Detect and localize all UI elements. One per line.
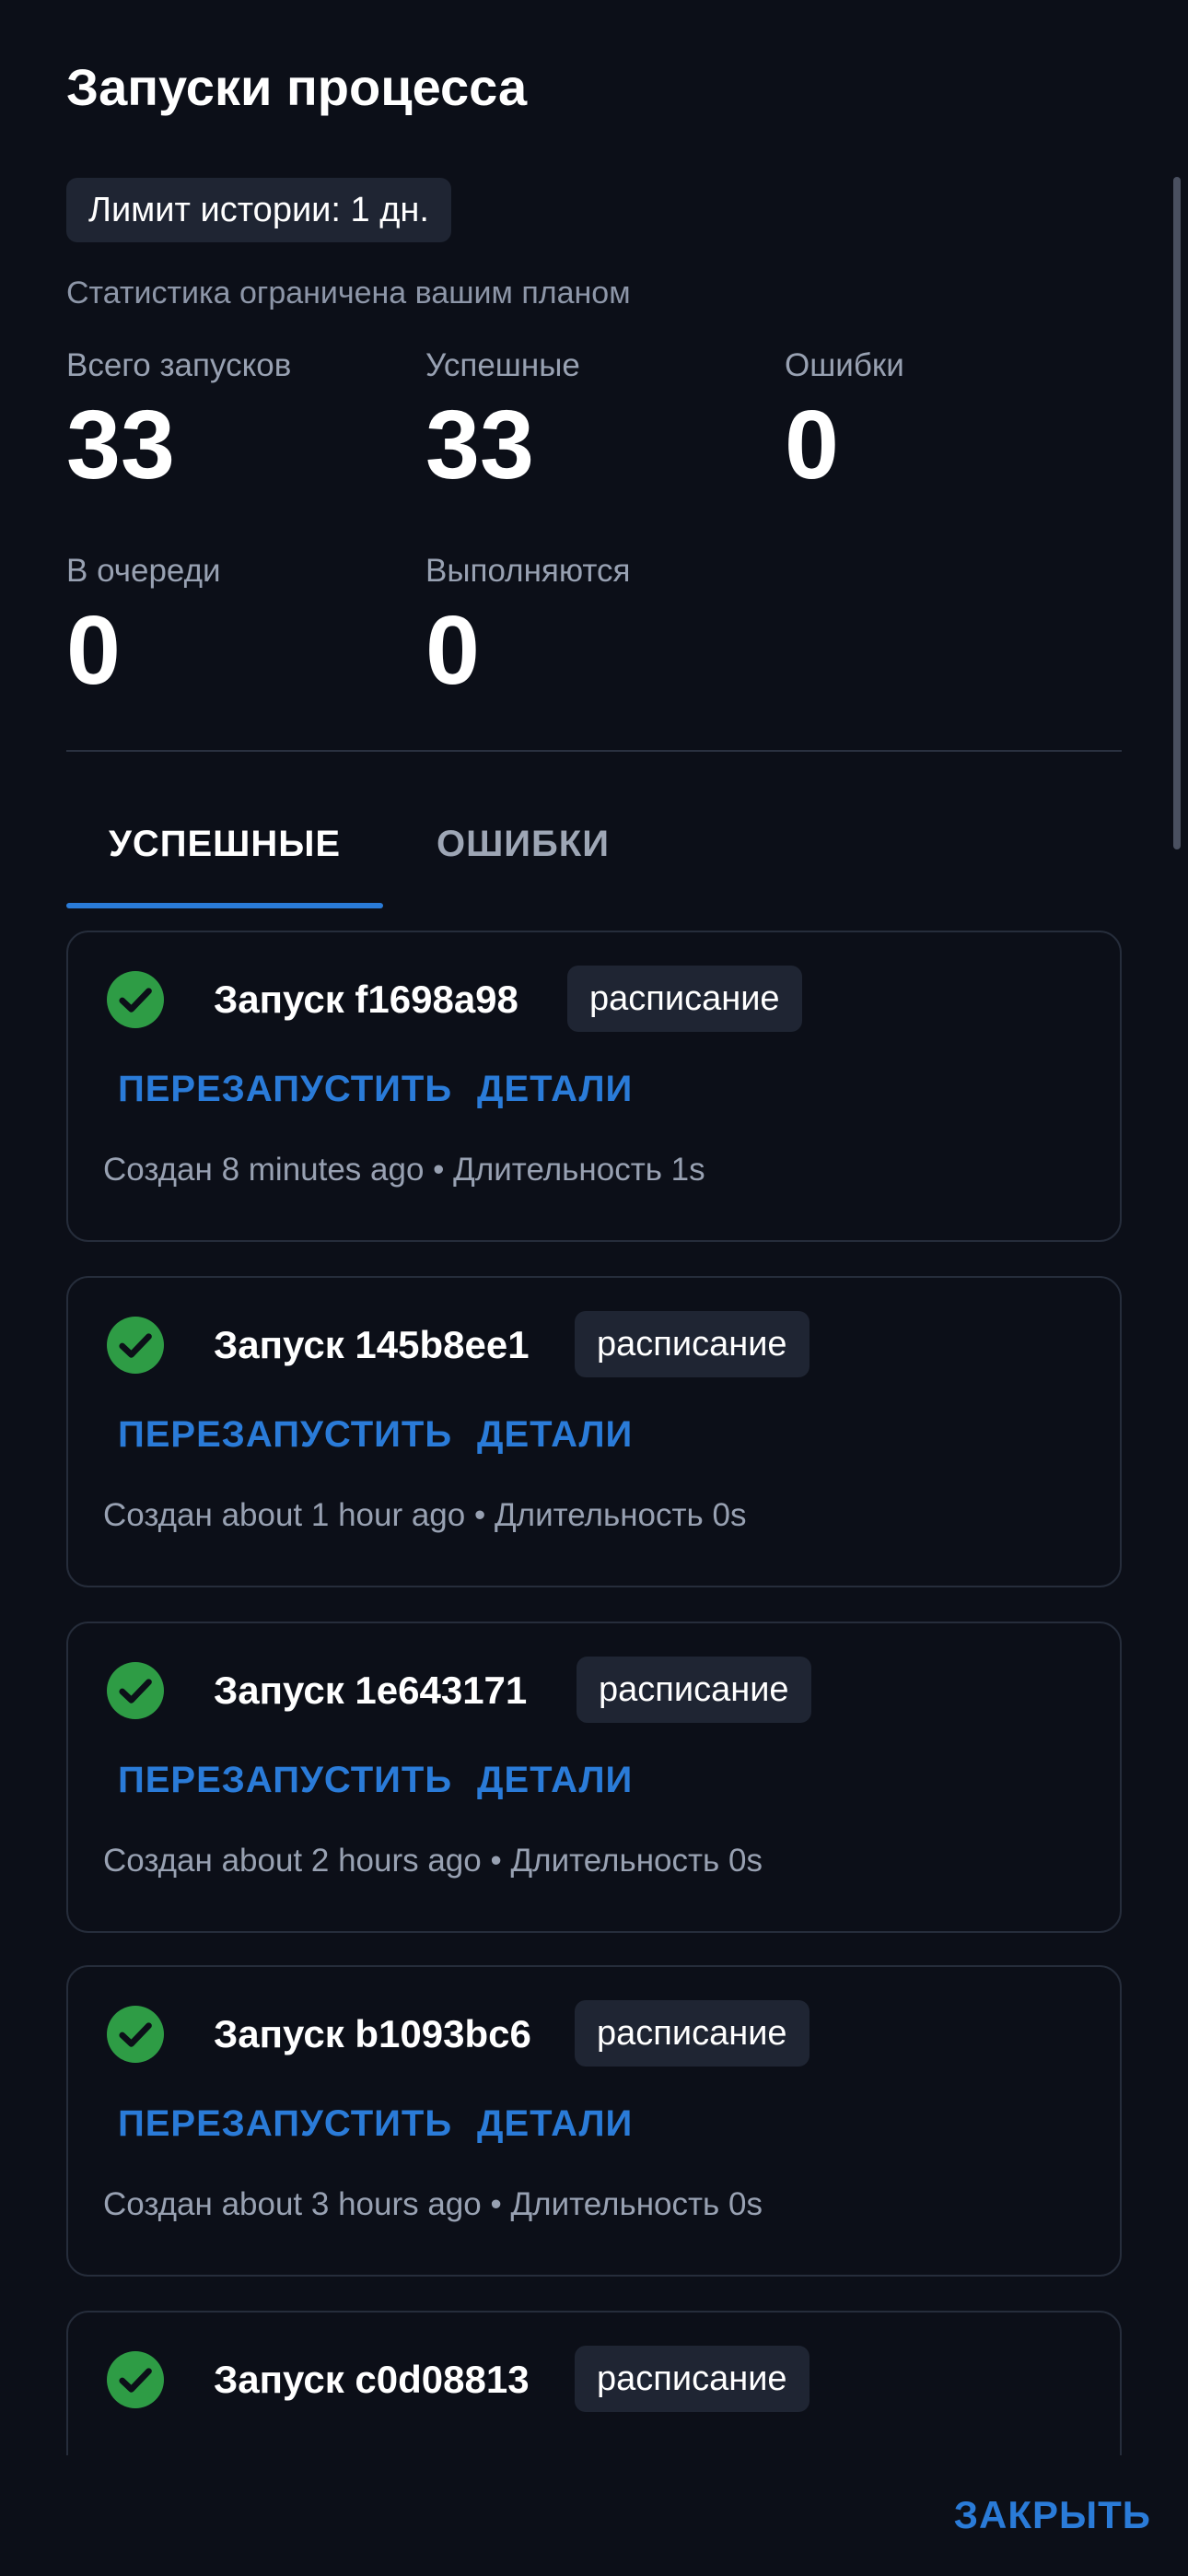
stat-running-label: Выполняются [425, 553, 631, 589]
stat-running-value: 0 [425, 596, 480, 705]
run-meta: Создан about 3 hours ago • Длительность … [103, 2186, 763, 2222]
stat-errors-label: Ошибки [785, 347, 904, 383]
history-limit-chip: Лимит истории: 1 дн. [66, 178, 451, 242]
restart-button[interactable]: ПЕРЕЗАПУСТИТЬ [118, 1407, 452, 1462]
restart-button[interactable]: ПЕРЕЗАПУСТИТЬ [118, 2441, 452, 2455]
run-card: Запуск 1e643171 расписание ПЕРЕЗАПУСТИТЬ… [66, 1622, 1122, 1933]
close-button[interactable]: ЗАКРЫТЬ [954, 2488, 1151, 2543]
details-button[interactable]: ДЕТАЛИ [477, 1061, 633, 1117]
tab-errors[interactable]: ОШИБКИ [422, 802, 624, 908]
tab-success[interactable]: УСПЕШНЫЕ [66, 802, 383, 908]
scrollbar[interactable] [1173, 177, 1181, 849]
run-meta: Создан 8 minutes ago • Длительность 1s [103, 1152, 705, 1188]
run-source-chip: расписание [575, 1311, 809, 1377]
run-source-chip: расписание [577, 1657, 811, 1723]
run-source-chip: расписание [575, 2346, 809, 2412]
details-button[interactable]: ДЕТАЛИ [477, 1407, 633, 1462]
run-card: Запуск 145b8ee1 расписание ПЕРЕЗАПУСТИТЬ… [66, 1276, 1122, 1587]
run-title: Запуск b1093bc6 [214, 2012, 531, 2055]
details-button[interactable]: ДЕТАЛИ [477, 2441, 633, 2455]
run-title: Запуск c0d08813 [214, 2358, 530, 2401]
stat-running: Выполняются 0 [425, 548, 757, 705]
stat-total-label: Всего запусков [66, 347, 292, 383]
run-card: Запуск b1093bc6 расписание ПЕРЕЗАПУСТИТЬ… [66, 1965, 1122, 2277]
check-circle-icon [107, 971, 164, 1028]
restart-button[interactable]: ПЕРЕЗАПУСТИТЬ [118, 2096, 452, 2151]
run-meta: Создан about 2 hours ago • Длительность … [103, 1843, 763, 1879]
check-circle-icon [107, 2006, 164, 2063]
run-title: Запуск f1698a98 [214, 978, 518, 1021]
restart-button[interactable]: ПЕРЕЗАПУСТИТЬ [118, 1752, 452, 1808]
runs-tabs: УСПЕШНЫЕ ОШИБКИ [66, 802, 1122, 908]
stat-queued: В очереди 0 [66, 548, 398, 705]
stat-errors-value: 0 [785, 391, 839, 499]
details-button[interactable]: ДЕТАЛИ [477, 2096, 633, 2151]
check-circle-icon [107, 2351, 164, 2408]
stat-errors: Ошибки 0 [785, 343, 1116, 499]
process-runs-dialog: Запуски процесса Лимит истории: 1 дн. Ст… [0, 0, 1188, 2576]
check-circle-icon [107, 1662, 164, 1719]
stats-divider [66, 750, 1122, 752]
stat-total-value: 33 [66, 391, 175, 499]
restart-button[interactable]: ПЕРЕЗАПУСТИТЬ [118, 1061, 452, 1117]
plan-limit-note: Статистика ограничена вашим планом [66, 275, 631, 310]
run-source-chip: расписание [575, 2000, 809, 2067]
run-title: Запуск 1e643171 [214, 1669, 528, 1712]
stat-success-label: Успешные [425, 347, 580, 383]
stat-success-value: 33 [425, 391, 534, 499]
run-title: Запуск 145b8ee1 [214, 1323, 530, 1366]
runs-list[interactable]: Запуск f1698a98 расписание ПЕРЕЗАПУСТИТЬ… [0, 921, 1188, 2455]
run-meta: Создан about 1 hour ago • Длительность 0… [103, 1497, 747, 1533]
run-card: Запуск f1698a98 расписание ПЕРЕЗАПУСТИТЬ… [66, 931, 1122, 1242]
check-circle-icon [107, 1317, 164, 1374]
run-card: Запуск c0d08813 расписание ПЕРЕЗАПУСТИТЬ… [66, 2311, 1122, 2455]
stat-queued-value: 0 [66, 596, 121, 705]
stat-success: Успешные 33 [425, 343, 757, 499]
details-button[interactable]: ДЕТАЛИ [477, 1752, 633, 1808]
dialog-title: Запуски процесса [66, 58, 528, 116]
run-source-chip: расписание [567, 966, 802, 1032]
stat-queued-label: В очереди [66, 553, 221, 589]
stat-total: Всего запусков 33 [66, 343, 398, 499]
